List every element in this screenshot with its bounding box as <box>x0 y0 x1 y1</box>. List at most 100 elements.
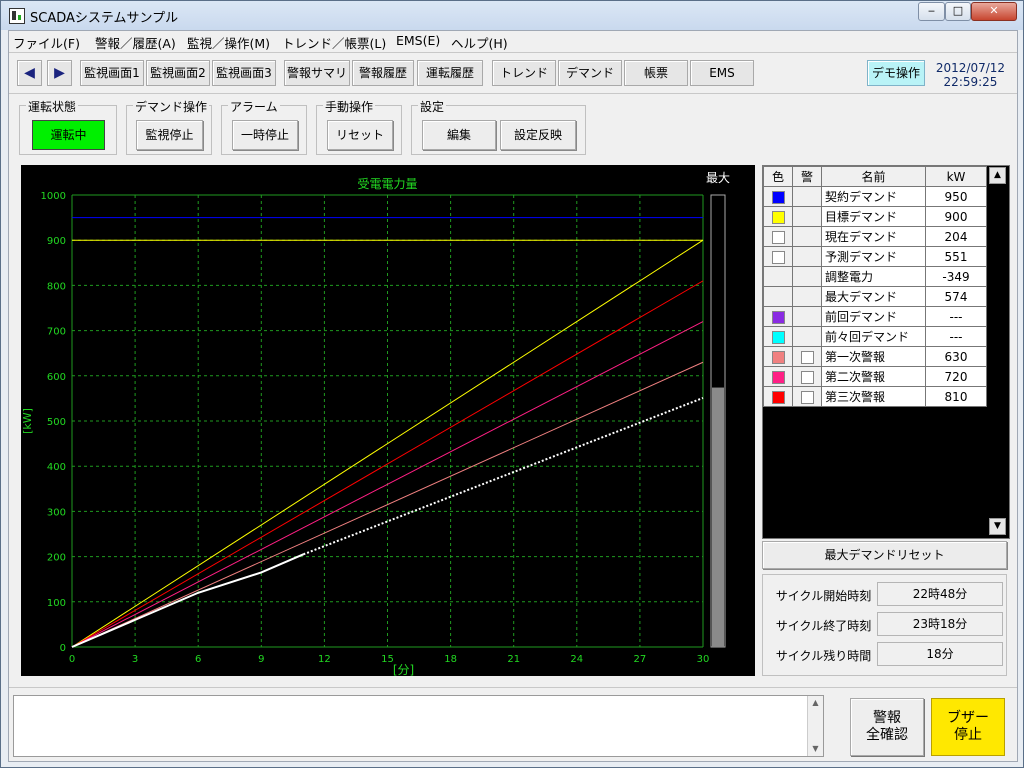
menu-file[interactable]: ファイル(F) <box>13 33 80 52</box>
legend-alarm-checkbox[interactable] <box>800 390 814 404</box>
message-scrollbar[interactable]: ▲ ▼ <box>807 696 823 756</box>
legend-alarm-cell <box>792 226 822 247</box>
nav-demand[interactable]: デマンド <box>558 60 622 86</box>
legend-kw: 720 <box>925 366 987 387</box>
nav-operation-history[interactable]: 運転履歴 <box>417 60 483 86</box>
legend-header-name: 名前 <box>821 166 926 187</box>
legend-row: 予測デマンド 551 <box>763 246 987 267</box>
close-icon: ✕ <box>989 4 999 17</box>
legend-color-cell <box>763 266 793 287</box>
group-alarm: アラーム 一時停止 <box>221 98 307 155</box>
app-window: SCADAシステムサンプル ‒ □ ✕ ファイル(F) 警報／履歴(A) 監視／… <box>0 0 1024 768</box>
y-tick-label: 800 <box>47 281 66 292</box>
message-bar: ▲ ▼ 警報 全確認 ブザー 停止 <box>9 687 1017 762</box>
legend-alarm-cell <box>792 186 822 207</box>
legend-alarm-cell[interactable] <box>792 386 822 407</box>
group-manual-label: 手動操作 <box>323 98 376 115</box>
group-settings: 設定 編集 設定反映 <box>411 98 586 155</box>
legend-panel: 色 警 名前 kW 契約デマンド 950 目標デマンド 900 現在デマンド 204 予測デ… <box>762 165 1010 539</box>
nav-monitor-2[interactable]: 監視画面2 <box>146 60 210 86</box>
minimize-icon: ‒ <box>928 4 935 17</box>
menu-trend-report[interactable]: トレンド／帳票(L) <box>282 33 386 52</box>
clock-date: 2012/07/12 <box>935 61 1006 75</box>
legend-alarm-checkbox[interactable] <box>800 370 814 384</box>
edit-button[interactable]: 編集 <box>422 120 496 150</box>
x-tick-label: 3 <box>132 654 138 665</box>
message-scroll-down-icon[interactable]: ▼ <box>808 742 823 756</box>
window-title: SCADAシステムサンプル <box>30 11 179 26</box>
nav-ems[interactable]: EMS <box>690 60 754 86</box>
clock: 2012/07/12 22:59:25 <box>933 61 1008 89</box>
message-scroll-up-icon[interactable]: ▲ <box>808 696 823 710</box>
run-state-indicator[interactable]: 運転中 <box>32 120 105 150</box>
legend-alarm-cell <box>792 206 822 227</box>
back-button[interactable]: ◀ <box>17 60 42 86</box>
x-axis-label: [分] <box>393 663 414 676</box>
legend-alarm-cell[interactable] <box>792 346 822 367</box>
menu-monitor-operate[interactable]: 監視／操作(M) <box>187 33 270 52</box>
nav-alarm-history[interactable]: 警報履歴 <box>352 60 414 86</box>
message-area[interactable]: ▲ ▼ <box>13 695 824 757</box>
demo-operation-button[interactable]: デモ操作 <box>867 60 925 86</box>
demand-chart: 010020030040050060070080090010000 3 6 9 12 15… <box>21 171 730 677</box>
legend-kw: 900 <box>925 206 987 227</box>
menu-help[interactable]: ヘルプ(H) <box>451 33 508 52</box>
max-demand-reset-button[interactable]: 最大デマンドリセット <box>762 541 1007 569</box>
menu-alarm-history[interactable]: 警報／履歴(A) <box>95 33 176 52</box>
x-tick-label: 18 <box>444 654 457 665</box>
scroll-up-icon[interactable]: ▲ <box>989 167 1006 184</box>
client-area: ファイル(F) 警報／履歴(A) 監視／操作(M) トレンド／帳票(L) EMS… <box>8 30 1018 762</box>
y-tick-label: 1000 <box>41 191 66 202</box>
group-alarm-label: アラーム <box>228 98 280 115</box>
acknowledge-all-alarms-button[interactable]: 警報 全確認 <box>850 698 924 756</box>
forward-button[interactable]: ▶ <box>47 60 72 86</box>
group-run-state-label: 運転状態 <box>26 98 79 115</box>
legend-row: 前々回デマンド --- <box>763 326 987 347</box>
scroll-down-icon[interactable]: ▼ <box>989 518 1006 535</box>
group-run-state: 運転状態 運転中 <box>19 98 117 155</box>
close-button[interactable]: ✕ <box>971 2 1017 21</box>
y-tick-label: 700 <box>47 327 66 338</box>
legend-row: 契約デマンド 950 <box>763 186 987 207</box>
stop-monitoring-button[interactable]: 監視停止 <box>136 120 203 150</box>
legend-name: 第二次警報 <box>821 366 926 387</box>
nav-monitor-3[interactable]: 監視画面3 <box>212 60 276 86</box>
toolbar: ◀ ▶ 監視画面1 監視画面2 監視画面3 警報サマリ 警報履歴 運転履歴 トレ… <box>9 52 1017 94</box>
legend-kw: --- <box>925 306 987 327</box>
cycle-info: サイクル開始時刻 22時48分 サイクル終了時刻 23時18分 サイクル残り時間… <box>762 574 1007 676</box>
x-tick-label: 24 <box>570 654 583 665</box>
reset-button[interactable]: リセット <box>327 120 393 150</box>
menu-ems[interactable]: EMS(E) <box>396 33 440 48</box>
ack-line1: 警報 <box>873 710 901 726</box>
legend-color-swatch <box>771 190 785 204</box>
x-tick-label: 6 <box>195 654 201 665</box>
legend-alarm-cell[interactable] <box>792 366 822 387</box>
pause-alarm-button[interactable]: 一時停止 <box>232 120 298 150</box>
nav-trend[interactable]: トレンド <box>492 60 556 86</box>
legend-row: 第二次警報 720 <box>763 366 987 387</box>
legend-alarm-cell <box>792 286 822 307</box>
legend-color-swatch <box>771 350 785 364</box>
legend-name: 現在デマンド <box>821 226 926 247</box>
maximize-button[interactable]: □ <box>945 2 971 21</box>
nav-alarm-summary[interactable]: 警報サマリ <box>284 60 350 86</box>
minimize-button[interactable]: ‒ <box>918 2 945 21</box>
cycle-remaining-label: サイクル残り時間 <box>775 649 872 663</box>
apply-settings-button[interactable]: 設定反映 <box>500 120 576 150</box>
x-tick-label: 12 <box>318 654 331 665</box>
legend-row: 第三次警報 810 <box>763 386 987 407</box>
stop-buzzer-button[interactable]: ブザー 停止 <box>931 698 1005 756</box>
legend-color-cell <box>763 286 793 307</box>
legend-row: 現在デマンド 204 <box>763 226 987 247</box>
legend-scrollbar[interactable]: ▲ ▼ <box>988 166 1007 536</box>
legend-alarm-checkbox[interactable] <box>800 350 814 364</box>
legend-color-cell <box>763 306 793 327</box>
legend-name: 前回デマンド <box>821 306 926 327</box>
group-settings-label: 設定 <box>418 98 447 115</box>
nav-monitor-1[interactable]: 監視画面1 <box>80 60 144 86</box>
legend-name: 契約デマンド <box>821 186 926 207</box>
y-tick-label: 900 <box>47 236 66 247</box>
nav-report[interactable]: 帳票 <box>624 60 688 86</box>
legend-name: 前々回デマンド <box>821 326 926 347</box>
x-tick-label: 30 <box>697 654 710 665</box>
